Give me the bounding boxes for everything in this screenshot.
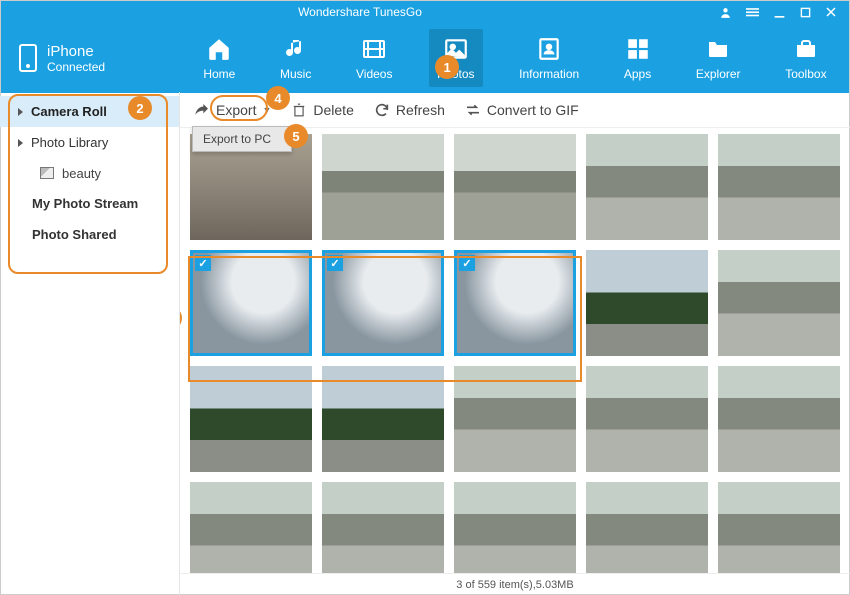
main-nav: Home Music Videos Photos 1 Information A… xyxy=(181,23,849,93)
step-badge-4: 4 xyxy=(266,86,290,110)
toolbox-icon xyxy=(792,35,820,63)
photo-thumb-selected[interactable] xyxy=(190,250,312,356)
checkbox-icon xyxy=(459,255,475,271)
photo-grid xyxy=(190,134,840,573)
album-icon xyxy=(40,167,54,179)
header: iPhone Connected Home Music Videos Photo… xyxy=(1,23,849,93)
photo-thumb[interactable] xyxy=(322,366,444,472)
export-dropdown: Export to PC xyxy=(192,126,292,152)
step-badge-2: 2 xyxy=(128,96,152,120)
window-controls xyxy=(719,6,849,19)
photo-thumb[interactable] xyxy=(718,482,840,573)
photo-thumb[interactable] xyxy=(454,482,576,573)
nav-information[interactable]: Information xyxy=(511,29,587,87)
contacts-icon xyxy=(536,35,562,63)
sidebar-sub-beauty[interactable]: beauty xyxy=(0,158,179,188)
status-text: 3 of 559 item(s),5.03MB xyxy=(456,579,573,591)
nav-explorer[interactable]: Explorer xyxy=(688,29,749,87)
photo-thumb[interactable] xyxy=(454,366,576,472)
user-icon[interactable] xyxy=(719,6,732,19)
phone-icon xyxy=(19,44,37,72)
apps-icon xyxy=(625,35,651,63)
nav-videos[interactable]: Videos xyxy=(348,29,400,87)
photo-thumb[interactable] xyxy=(586,250,708,356)
main-panel: Export ▼ Delete Refresh Convert to GIF 4… xyxy=(180,92,850,595)
refresh-button[interactable]: Refresh xyxy=(374,102,445,118)
photo-thumb[interactable] xyxy=(718,250,840,356)
photo-thumb[interactable] xyxy=(586,366,708,472)
sidebar-item-photo-stream[interactable]: My Photo Stream xyxy=(0,188,179,219)
device-name: iPhone xyxy=(47,43,105,60)
titlebar: Wondershare TunesGo xyxy=(1,1,849,23)
refresh-icon xyxy=(374,102,390,118)
photo-thumb[interactable] xyxy=(322,134,444,240)
close-icon[interactable] xyxy=(825,6,837,19)
sidebar-item-photo-shared[interactable]: Photo Shared xyxy=(0,219,179,250)
home-icon xyxy=(205,35,233,63)
caret-icon xyxy=(18,139,23,147)
photo-thumb[interactable] xyxy=(322,482,444,573)
device-panel[interactable]: iPhone Connected xyxy=(1,23,181,93)
sidebar: Camera Roll Photo Library beauty My Phot… xyxy=(0,92,180,595)
photo-thumb[interactable] xyxy=(190,366,312,472)
export-to-pc-item[interactable]: Export to PC xyxy=(193,127,291,151)
photo-thumb[interactable] xyxy=(586,482,708,573)
photo-thumb-selected[interactable] xyxy=(454,250,576,356)
photo-thumb-selected[interactable] xyxy=(322,250,444,356)
checkbox-icon xyxy=(327,255,343,271)
photo-thumb[interactable] xyxy=(718,134,840,240)
music-icon xyxy=(284,35,308,63)
nav-photos[interactable]: Photos 1 xyxy=(429,29,482,87)
checkbox-icon xyxy=(195,255,211,271)
step-badge-1: 1 xyxy=(435,55,459,79)
photo-grid-wrap: 3 xyxy=(180,128,850,573)
menu-icon[interactable] xyxy=(746,6,759,19)
delete-button[interactable]: Delete xyxy=(291,102,353,118)
caret-icon xyxy=(18,108,23,116)
nav-toolbox[interactable]: Toolbox xyxy=(777,29,834,87)
step-badge-5: 5 xyxy=(284,124,308,148)
delete-icon xyxy=(291,102,307,118)
step-badge-3: 3 xyxy=(180,306,182,330)
photo-thumb[interactable] xyxy=(718,366,840,472)
nav-apps[interactable]: Apps xyxy=(616,29,659,87)
convert-gif-button[interactable]: Convert to GIF xyxy=(465,102,579,118)
export-icon xyxy=(194,102,210,118)
convert-icon xyxy=(465,102,481,118)
nav-music[interactable]: Music xyxy=(272,29,319,87)
app-title: Wondershare TunesGo xyxy=(1,5,719,19)
photo-thumb[interactable] xyxy=(454,134,576,240)
status-bar: 3 of 559 item(s),5.03MB xyxy=(180,573,850,595)
toolbar: Export ▼ Delete Refresh Convert to GIF 4… xyxy=(180,92,850,128)
minimize-icon[interactable] xyxy=(773,6,786,19)
video-icon xyxy=(360,35,388,63)
device-status: Connected xyxy=(47,60,105,74)
sidebar-item-photo-library[interactable]: Photo Library xyxy=(0,127,179,158)
sidebar-item-camera-roll[interactable]: Camera Roll xyxy=(0,96,179,127)
maximize-icon[interactable] xyxy=(800,6,811,19)
folder-icon xyxy=(703,35,733,63)
nav-home[interactable]: Home xyxy=(195,29,243,87)
export-button[interactable]: Export ▼ xyxy=(194,102,271,118)
photo-thumb[interactable] xyxy=(190,482,312,573)
photo-thumb[interactable] xyxy=(586,134,708,240)
